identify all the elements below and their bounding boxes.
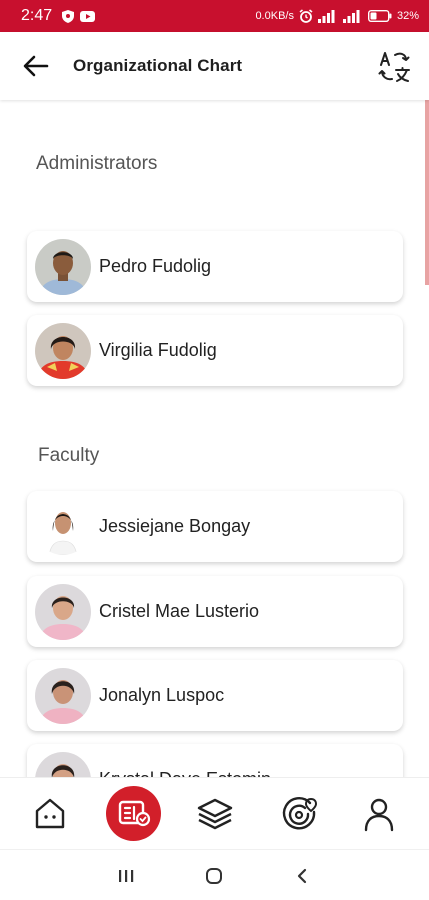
recents-button[interactable] — [112, 862, 140, 890]
profile-icon — [364, 798, 394, 832]
nav-profile-button[interactable] — [357, 792, 401, 836]
system-back-button[interactable] — [288, 862, 316, 890]
avatar — [35, 322, 91, 379]
person-card[interactable]: Virgilia Fudolig — [27, 315, 403, 386]
alarm-icon — [299, 9, 313, 23]
person-name: Cristel Mae Lusterio — [99, 601, 260, 621]
nav-location-button[interactable] — [277, 792, 321, 836]
person-card[interactable]: Krystal Dave Estomin — [27, 744, 403, 777]
battery-icon — [367, 10, 392, 22]
youtube-icon — [80, 10, 96, 22]
shield-icon — [62, 9, 75, 23]
person-name: Jonalyn Luspoc — [99, 685, 225, 705]
back-chevron-icon — [297, 868, 307, 884]
home-icon — [35, 798, 65, 829]
person-card[interactable]: Cristel Mae Lusterio — [27, 576, 403, 647]
system-nav-bar — [0, 849, 429, 900]
status-time: 2:47 — [21, 7, 53, 24]
battery-percent: 32% — [396, 10, 419, 22]
org-chart-list[interactable]: Administrators Pedro Fudolig Virgilia Fu… — [0, 100, 429, 777]
arrow-left-icon — [23, 55, 49, 77]
person-name: Krystal Dave Estomin — [99, 769, 271, 777]
person-card[interactable]: Jessiejane Bongay — [27, 491, 403, 562]
section-title-faculty: Faculty — [38, 445, 100, 466]
person-name: Pedro Fudolig — [99, 256, 212, 276]
avatar — [35, 498, 91, 555]
app-bar: Organizational Chart — [0, 32, 429, 100]
person-name: Virgilia Fudolig — [99, 340, 217, 360]
bottom-nav — [0, 777, 429, 849]
page-title: Organizational Chart — [73, 56, 243, 75]
nav-school-id-button[interactable] — [106, 786, 161, 841]
avatar — [35, 667, 91, 724]
avatar — [35, 751, 91, 777]
recents-icon — [119, 870, 134, 882]
avatar — [35, 238, 91, 295]
signal-icon — [317, 9, 338, 23]
translate-icon — [378, 52, 410, 82]
back-button[interactable] — [22, 52, 50, 80]
school-id-icon — [118, 800, 150, 826]
network-speed: 0.0KB/s — [255, 10, 294, 22]
home-circle-icon — [206, 868, 222, 884]
avatar — [35, 583, 91, 640]
location-radar-icon — [282, 797, 318, 830]
nav-home-button[interactable] — [28, 792, 72, 836]
person-card[interactable]: Pedro Fudolig — [27, 231, 403, 302]
system-home-button[interactable] — [200, 862, 228, 890]
signal-icon — [342, 9, 363, 23]
person-name: Jessiejane Bongay — [99, 516, 251, 536]
nav-layers-button[interactable] — [193, 792, 237, 836]
translate-button[interactable] — [375, 48, 413, 86]
layers-icon — [197, 798, 233, 830]
section-title-administrators: Administrators — [36, 153, 158, 174]
status-bar: 2:47 0.0KB/s 32% — [0, 0, 429, 32]
scrollbar[interactable] — [425, 100, 429, 285]
person-card[interactable]: Jonalyn Luspoc — [27, 660, 403, 731]
